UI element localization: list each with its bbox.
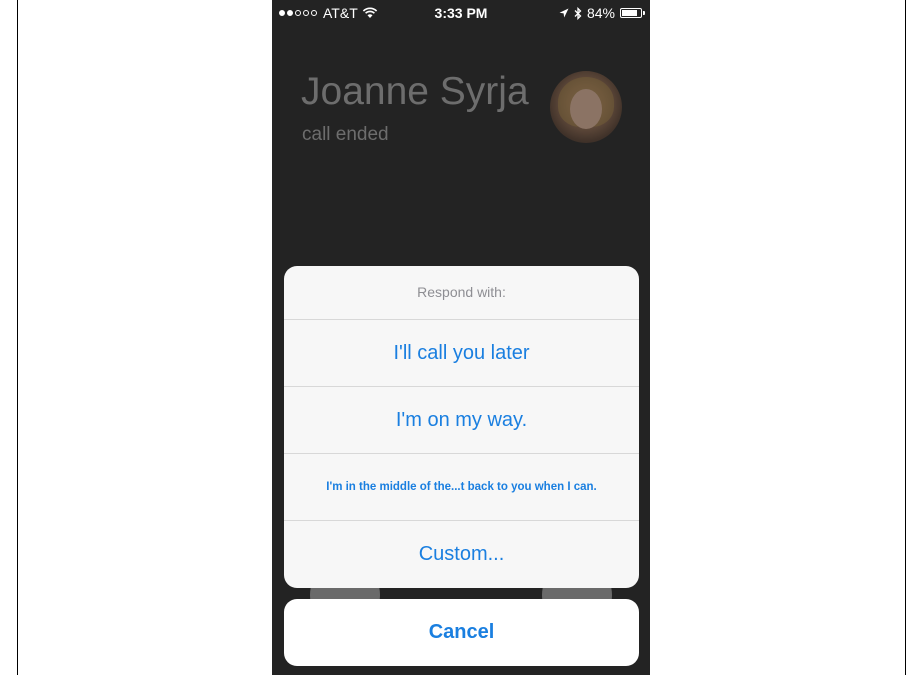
battery-icon: [620, 8, 645, 18]
respond-action-sheet: Respond with: I'll call you later I'm on…: [284, 266, 639, 588]
battery-percent: 84%: [586, 5, 615, 21]
cancel-button[interactable]: Cancel: [284, 599, 639, 666]
location-arrow-icon: [559, 8, 569, 17]
battery-fill: [622, 10, 638, 16]
option-in-middle[interactable]: I'm in the middle of the...t back to you…: [284, 454, 639, 521]
avatar: [550, 71, 622, 143]
option-custom[interactable]: Custom...: [284, 521, 639, 588]
status-right: 84%: [559, 5, 645, 21]
phone-screen: AT&T 3:33 PM 84% Joanne Syrja call ended: [272, 0, 650, 675]
option-on-my-way[interactable]: I'm on my way.: [284, 387, 639, 454]
frame-border-left: [17, 0, 18, 675]
status-bar: AT&T 3:33 PM 84%: [272, 0, 650, 26]
caller-name: Joanne Syrja: [301, 70, 529, 113]
frame-border-right: [905, 0, 906, 675]
bluetooth-icon: [574, 6, 582, 20]
option-call-later[interactable]: I'll call you later: [284, 320, 639, 387]
call-status: call ended: [302, 124, 389, 145]
action-sheet-title: Respond with:: [284, 266, 639, 320]
